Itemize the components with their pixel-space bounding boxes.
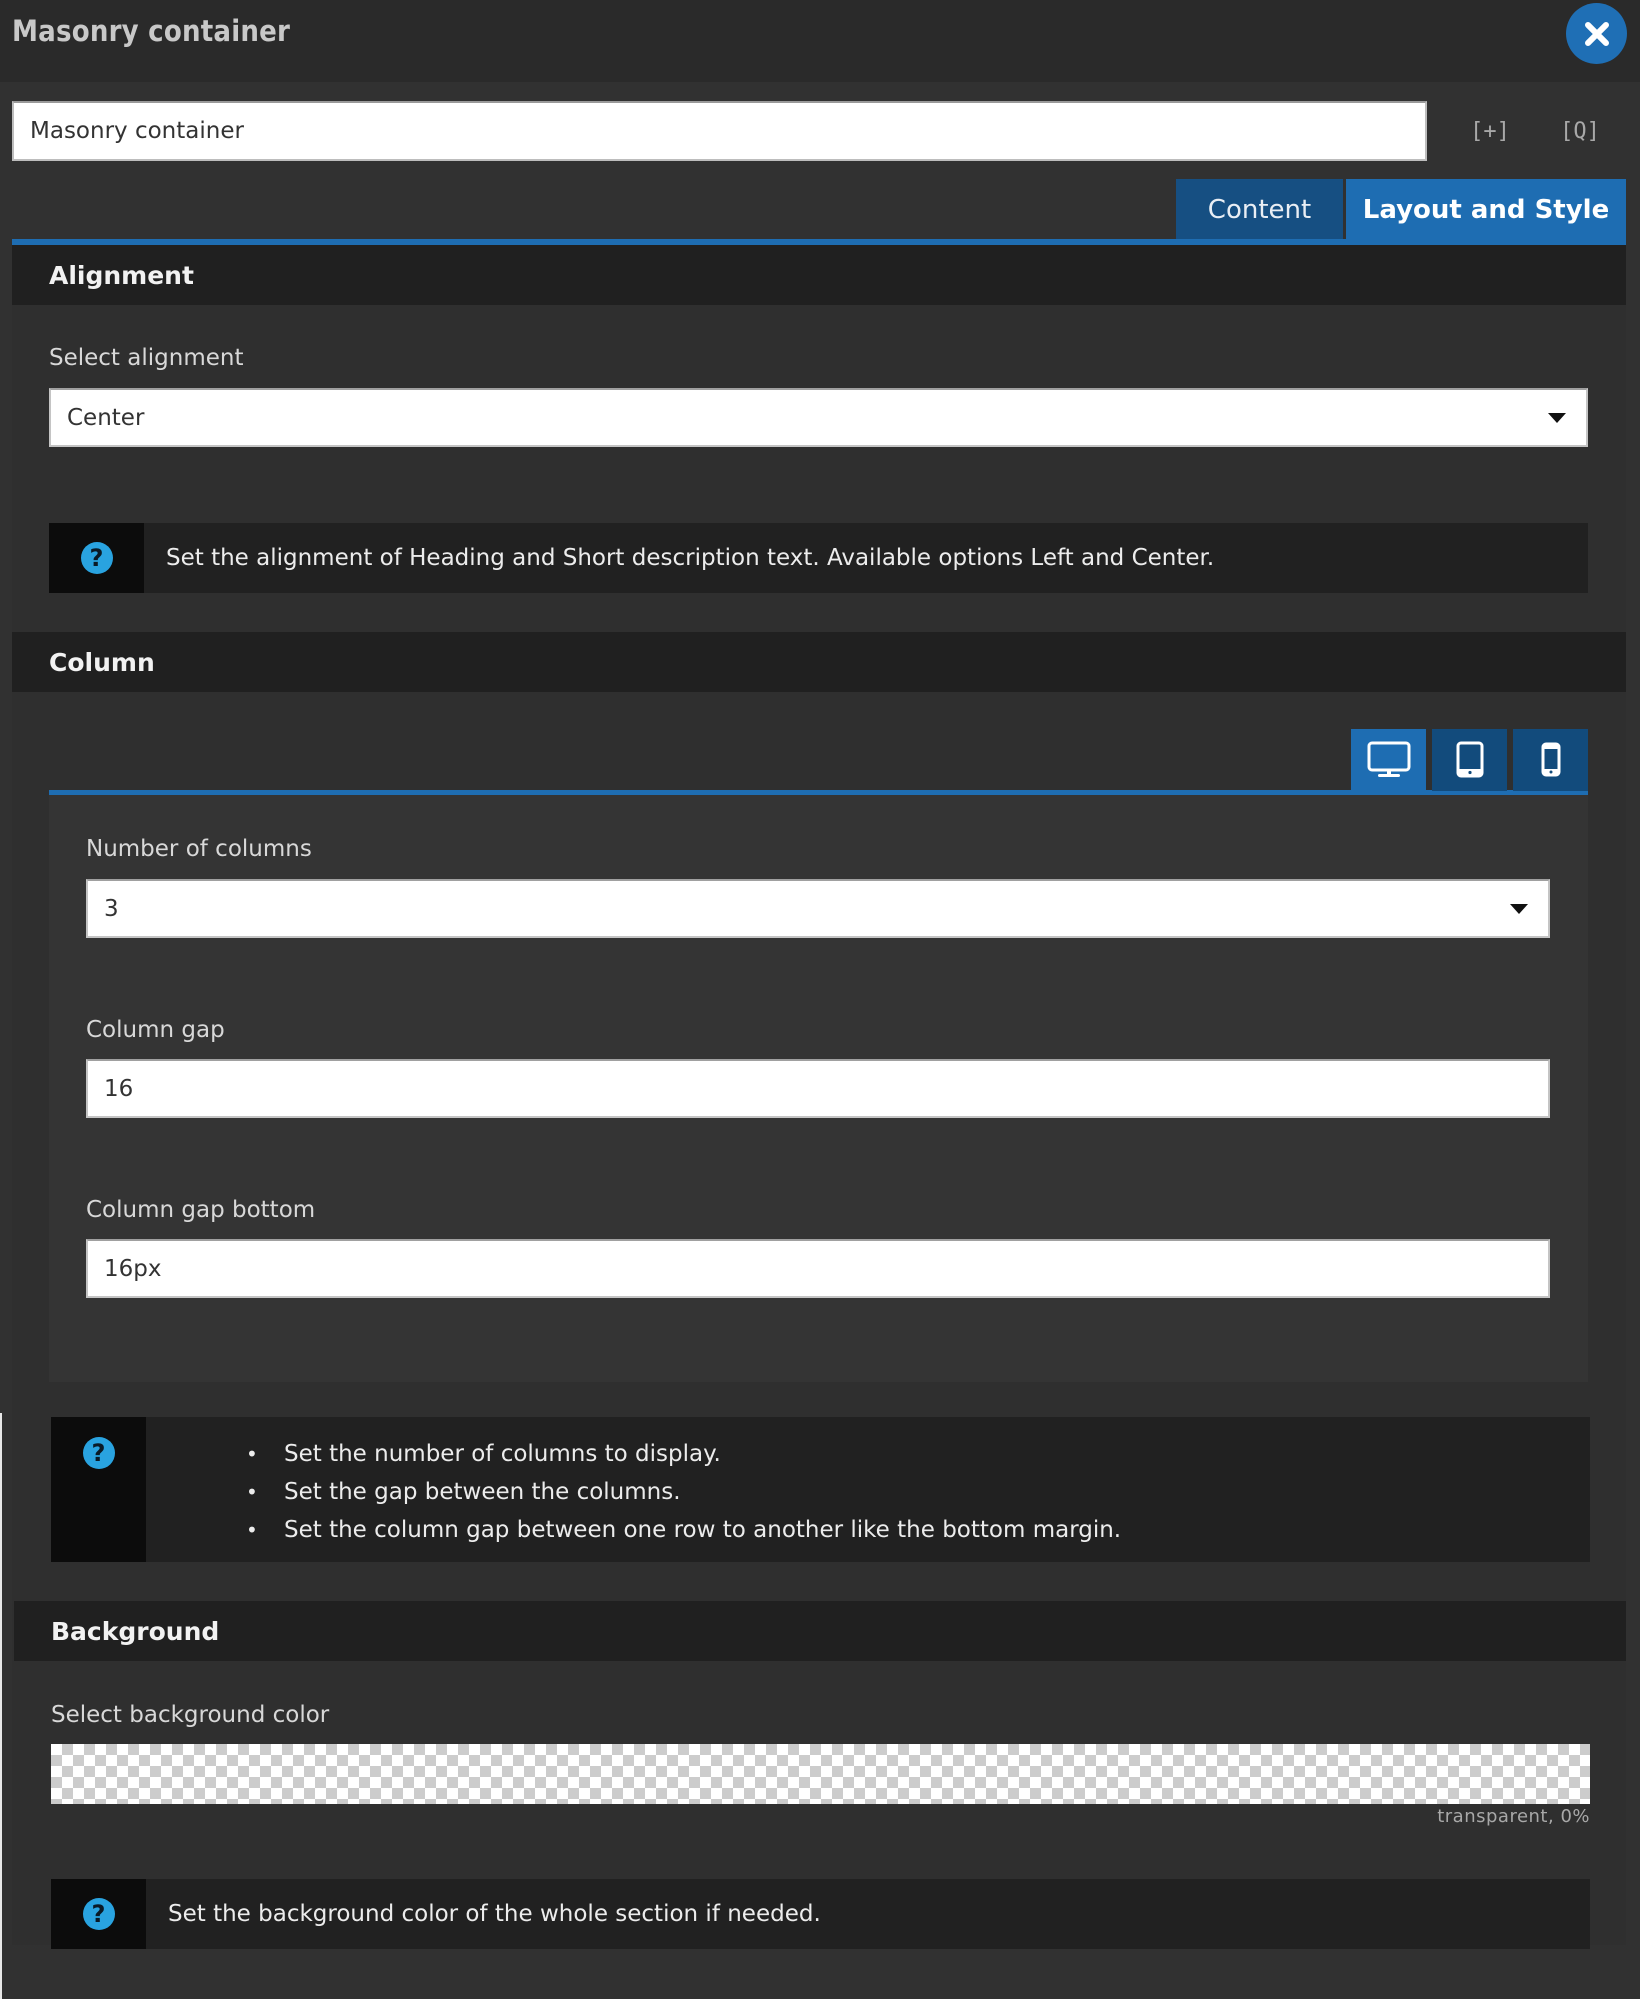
number-of-columns-value: 3 [104,895,119,922]
expand-button[interactable]: [+] [1470,113,1510,149]
number-of-columns-label: Number of columns [86,836,312,862]
device-tab-desktop[interactable] [1351,729,1426,791]
column-gap-label: Column gap [86,1017,225,1043]
help-icon-column: ? [51,1417,146,1562]
close-icon [1584,21,1609,46]
background-help-text: Set the background color of the whole se… [168,1901,821,1927]
section-header-background: Background [14,1601,1626,1661]
expand-icon: [+] [1470,118,1510,144]
device-tab-mobile[interactable] [1513,729,1588,791]
dialog-title: Masonry container [12,14,291,48]
window-edge [0,1413,2,1999]
alignment-help-box: ? Set the alignment of Heading and Short… [49,523,1588,593]
select-background-color-label: Select background color [51,1702,330,1728]
help-list-item: Set the column gap between one row to an… [246,1511,1121,1549]
column-gap-bottom-value: 16px [104,1255,162,1282]
column-gap-input[interactable]: 16 [86,1059,1550,1118]
help-list-item: Set the gap between the columns. [246,1473,1121,1511]
help-icon: ? [80,542,113,574]
number-of-columns-select[interactable]: 3 [86,879,1550,938]
help-icon: ? [82,1898,115,1930]
help-icon-column: ? [51,1879,146,1949]
section-header-alignment: Alignment [12,245,1626,305]
alignment-help-text: Set the alignment of Heading and Short d… [166,545,1215,571]
section-gap [12,612,1626,632]
desktop-icon [1367,741,1410,777]
column-gap-bottom-label: Column gap bottom [86,1197,316,1223]
background-color-value: transparent, 0% [1437,1806,1590,1827]
chevron-down-icon [1510,903,1528,914]
background-color-picker[interactable] [51,1744,1590,1804]
select-alignment-label: Select alignment [49,345,244,371]
help-list-item: Set the number of columns to display. [246,1435,1121,1473]
mobile-icon [1541,742,1560,777]
alignment-select[interactable]: Center [49,388,1588,447]
column-gap-value: 16 [104,1075,134,1102]
preview-button[interactable]: [Q] [1560,113,1600,149]
alignment-select-value: Center [67,404,145,431]
column-gap-bottom-input[interactable]: 16px [86,1239,1550,1298]
tab-content[interactable]: Content [1176,179,1343,240]
column-help-box: ? Set the number of columns to display. … [51,1417,1590,1562]
help-icon-column: ? [49,523,144,593]
element-title-input[interactable] [12,101,1427,161]
masonry-container-dialog: Masonry container [+] [Q] Content Layout… [0,0,1640,1999]
help-icon: ? [82,1437,115,1469]
device-tab-tablet[interactable] [1432,729,1507,791]
chevron-down-icon [1548,412,1566,423]
close-button[interactable] [1566,3,1627,64]
tablet-icon [1456,741,1483,778]
background-help-box: ? Set the background color of the whole … [51,1879,1590,1949]
section-header-column: Column [12,632,1626,692]
column-help-list: Set the number of columns to display. Se… [146,1417,1121,1562]
preview-icon: [Q] [1560,118,1600,144]
tab-layout-and-style[interactable]: Layout and Style [1346,179,1626,240]
